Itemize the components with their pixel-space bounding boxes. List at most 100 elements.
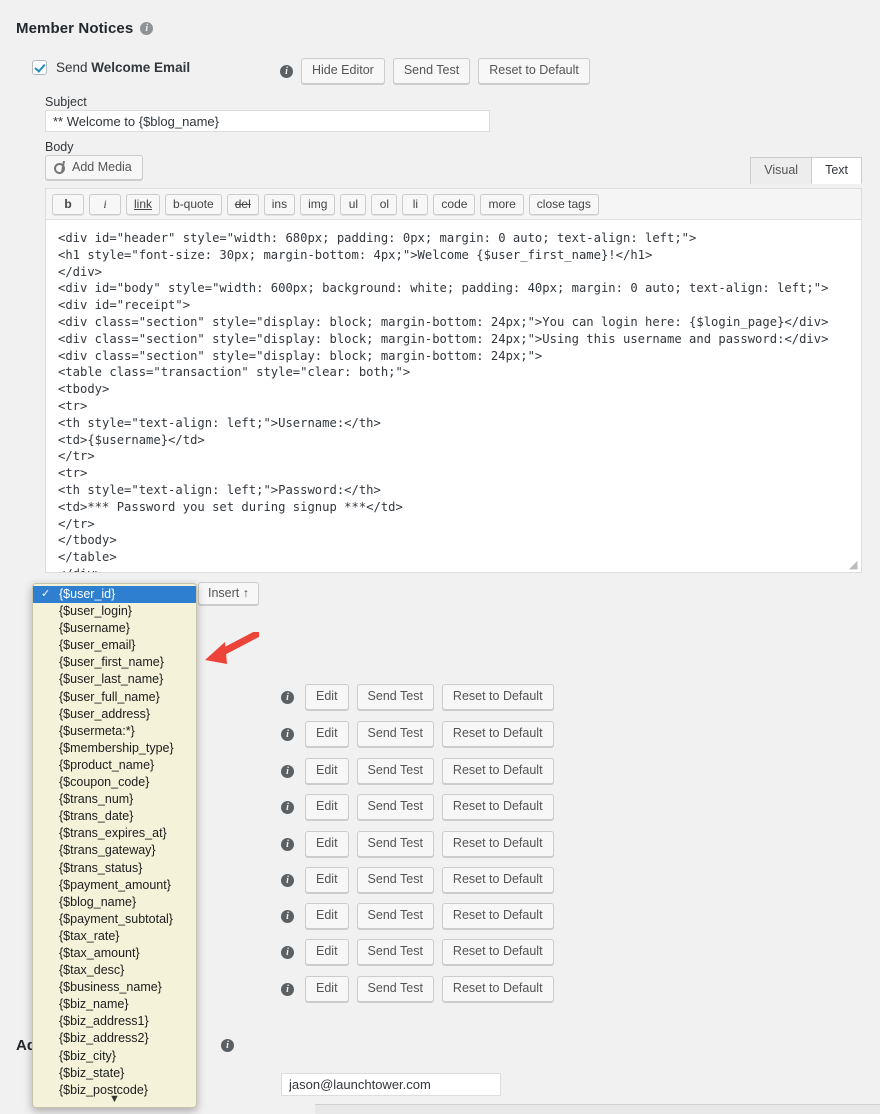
dropdown-item[interactable]: {$trans_num} (33, 791, 196, 808)
notice-edit-button[interactable]: Edit (305, 721, 349, 747)
notice-send-test-button[interactable]: Send Test (357, 721, 434, 747)
resize-handle-icon[interactable]: ◢ (849, 560, 859, 570)
notice-actions: Edit Send Test Reset to Default (305, 794, 554, 820)
notice-send-test-button[interactable]: Send Test (357, 867, 434, 893)
dropdown-item[interactable]: {$user_first_name} (33, 654, 196, 671)
notice-send-test-button[interactable]: Send Test (357, 684, 434, 710)
dropdown-item[interactable]: {$membership_type} (33, 740, 196, 757)
notice-info-icon[interactable]: i (281, 910, 294, 923)
subject-input[interactable] (45, 110, 490, 132)
notice-edit-button[interactable]: Edit (305, 976, 349, 1002)
dropdown-item[interactable]: {$trans_date} (33, 808, 196, 825)
send-test-button[interactable]: Send Test (393, 58, 470, 84)
notice-send-test-button[interactable]: Send Test (357, 831, 434, 857)
dropdown-item[interactable]: {$user_id} (33, 586, 196, 603)
dropdown-item[interactable]: {$biz_address1} (33, 1013, 196, 1030)
quicktag-bold[interactable]: b (52, 194, 84, 215)
notice-edit-button[interactable]: Edit (305, 794, 349, 820)
dropdown-item[interactable]: {$user_login} (33, 603, 196, 620)
dropdown-item[interactable]: {$trans_expires_at} (33, 825, 196, 842)
variables-dropdown[interactable]: {$user_id}{$user_login}{$username}{$user… (32, 583, 197, 1108)
dropdown-item[interactable]: {$biz_address2} (33, 1030, 196, 1047)
welcome-info-icon[interactable]: i (280, 65, 293, 78)
dropdown-item[interactable]: {$biz_city} (33, 1048, 196, 1065)
dropdown-item[interactable]: {$user_address} (33, 706, 196, 723)
dropdown-item[interactable]: {$tax_amount} (33, 945, 196, 962)
send-welcome-email-toggle[interactable]: Send Welcome Email (32, 60, 190, 75)
dropdown-item[interactable]: {$coupon_code} (33, 774, 196, 791)
welcome-label-strong: Welcome Email (91, 60, 190, 75)
dropdown-item[interactable]: {$trans_status} (33, 860, 196, 877)
dropdown-item[interactable]: {$usermeta:*} (33, 723, 196, 740)
quicktag-ul[interactable]: ul (340, 194, 366, 215)
notice-info-icon[interactable]: i (281, 801, 294, 814)
editor-mode-tabs: Visual Text (751, 157, 862, 184)
notice-info-icon[interactable]: i (281, 728, 294, 741)
quicktag-code[interactable]: code (433, 194, 475, 215)
notice-reset-button[interactable]: Reset to Default (442, 758, 554, 784)
tab-visual[interactable]: Visual (750, 157, 812, 184)
dropdown-item[interactable]: {$business_name} (33, 979, 196, 996)
insert-variable-button[interactable]: Insert ↑ (198, 582, 259, 605)
notice-reset-button[interactable]: Reset to Default (442, 867, 554, 893)
quicktag-close-tags[interactable]: close tags (529, 194, 599, 215)
dropdown-item[interactable]: {$user_last_name} (33, 671, 196, 688)
quicktag-italic[interactable]: i (89, 194, 121, 215)
notice-reset-button[interactable]: Reset to Default (442, 794, 554, 820)
hide-editor-button[interactable]: Hide Editor (301, 58, 385, 84)
notice-send-test-button[interactable]: Send Test (357, 794, 434, 820)
quicktag-img[interactable]: img (300, 194, 335, 215)
notice-send-test-button[interactable]: Send Test (357, 903, 434, 929)
notice-info-icon[interactable]: i (281, 691, 294, 704)
admin-email-input[interactable] (281, 1073, 501, 1096)
dropdown-item[interactable]: {$biz_state} (33, 1065, 196, 1082)
welcome-actions: i Hide Editor Send Test Reset to Default (280, 58, 590, 84)
notice-edit-button[interactable]: Edit (305, 939, 349, 965)
send-welcome-email-checkbox[interactable] (32, 60, 47, 75)
dropdown-item[interactable]: {$payment_subtotal} (33, 911, 196, 928)
notice-reset-button[interactable]: Reset to Default (442, 976, 554, 1002)
notice-send-test-button[interactable]: Send Test (357, 758, 434, 784)
admin-notices-info-icon[interactable]: i (221, 1039, 234, 1052)
dropdown-item[interactable]: {$blog_name} (33, 894, 196, 911)
dropdown-item[interactable]: {$product_name} (33, 757, 196, 774)
dropdown-scroll-down-icon[interactable]: ▼ (33, 1093, 196, 1106)
dropdown-item[interactable]: {$username} (33, 620, 196, 637)
quicktag-ol[interactable]: ol (371, 194, 397, 215)
dropdown-item[interactable]: {$user_email} (33, 637, 196, 654)
notice-edit-button[interactable]: Edit (305, 903, 349, 929)
email-body-textarea[interactable]: <div id="header" style="width: 680px; pa… (45, 220, 862, 573)
notice-edit-button[interactable]: Edit (305, 758, 349, 784)
notice-info-icon[interactable]: i (281, 765, 294, 778)
dropdown-item[interactable]: {$tax_desc} (33, 962, 196, 979)
notice-info-icon[interactable]: i (281, 983, 294, 996)
notice-send-test-button[interactable]: Send Test (357, 939, 434, 965)
notice-info-icon[interactable]: i (281, 838, 294, 851)
quicktag-li[interactable]: li (402, 194, 428, 215)
dropdown-item[interactable]: {$tax_rate} (33, 928, 196, 945)
notice-reset-button[interactable]: Reset to Default (442, 721, 554, 747)
quicktag-link[interactable]: link (126, 194, 160, 215)
quicktag-ins[interactable]: ins (264, 194, 295, 215)
dropdown-item[interactable]: {$payment_amount} (33, 877, 196, 894)
notice-reset-button[interactable]: Reset to Default (442, 831, 554, 857)
dropdown-item[interactable]: {$trans_gateway} (33, 842, 196, 859)
quicktag-bquote[interactable]: b-quote (165, 194, 222, 215)
reset-to-default-button[interactable]: Reset to Default (478, 58, 590, 84)
notice-reset-button[interactable]: Reset to Default (442, 903, 554, 929)
dropdown-item[interactable]: {$biz_name} (33, 996, 196, 1013)
notice-info-icon[interactable]: i (281, 946, 294, 959)
quicktag-more[interactable]: more (480, 194, 523, 215)
notice-info-icon[interactable]: i (281, 874, 294, 887)
add-media-button[interactable]: Add Media (45, 155, 143, 180)
notice-edit-button[interactable]: Edit (305, 831, 349, 857)
quicktag-del[interactable]: del (227, 194, 259, 215)
notice-send-test-button[interactable]: Send Test (357, 976, 434, 1002)
notice-edit-button[interactable]: Edit (305, 867, 349, 893)
tab-text[interactable]: Text (811, 157, 862, 184)
notice-reset-button[interactable]: Reset to Default (442, 684, 554, 710)
dropdown-item[interactable]: {$user_full_name} (33, 689, 196, 706)
notice-reset-button[interactable]: Reset to Default (442, 939, 554, 965)
notice-edit-button[interactable]: Edit (305, 684, 349, 710)
info-icon[interactable]: i (140, 22, 153, 35)
